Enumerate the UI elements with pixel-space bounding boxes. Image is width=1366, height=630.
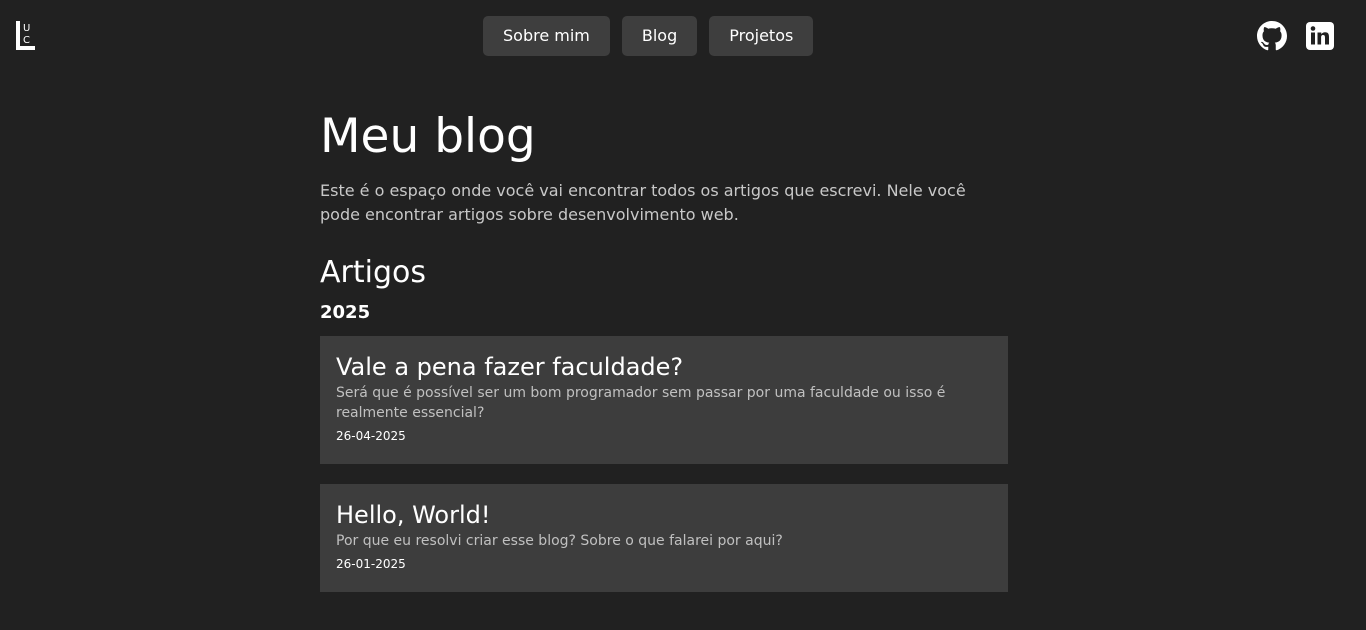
article-description: Será que é possível ser um bom programad… bbox=[336, 385, 946, 421]
nav-blog-button[interactable]: Blog bbox=[621, 16, 698, 56]
year-heading: 2025 bbox=[320, 302, 371, 323]
articles-heading: Artigos bbox=[320, 255, 426, 290]
article-date: 26-01-2025 bbox=[336, 557, 406, 571]
article-date: 26-04-2025 bbox=[336, 429, 406, 443]
nav-sobre-mim-button[interactable]: Sobre mim bbox=[483, 16, 610, 56]
page-title: Meu blog bbox=[320, 109, 536, 164]
site-header: U C Sobre mim Blog Projetos bbox=[0, 0, 1366, 72]
github-icon[interactable] bbox=[1257, 21, 1287, 51]
logo-icon[interactable]: U C bbox=[16, 21, 35, 50]
article-title: Vale a pena fazer faculdade? bbox=[336, 353, 684, 381]
svg-text:U: U bbox=[23, 23, 30, 34]
article-title: Hello, World! bbox=[336, 501, 491, 529]
nav-projetos-button[interactable]: Projetos bbox=[709, 16, 814, 56]
article-card[interactable]: Hello, World! Por que eu resolvi criar e… bbox=[320, 484, 1008, 592]
page-intro: Este é o espaço onde você vai encontrar … bbox=[320, 181, 966, 224]
main-nav: Sobre mim Blog Projetos bbox=[483, 16, 814, 56]
article-description: Por que eu resolvi criar esse blog? Sobr… bbox=[336, 533, 783, 549]
article-card[interactable]: Vale a pena fazer faculdade? Será que é … bbox=[320, 336, 1008, 464]
linkedin-icon[interactable] bbox=[1306, 22, 1334, 50]
svg-text:C: C bbox=[23, 35, 30, 46]
